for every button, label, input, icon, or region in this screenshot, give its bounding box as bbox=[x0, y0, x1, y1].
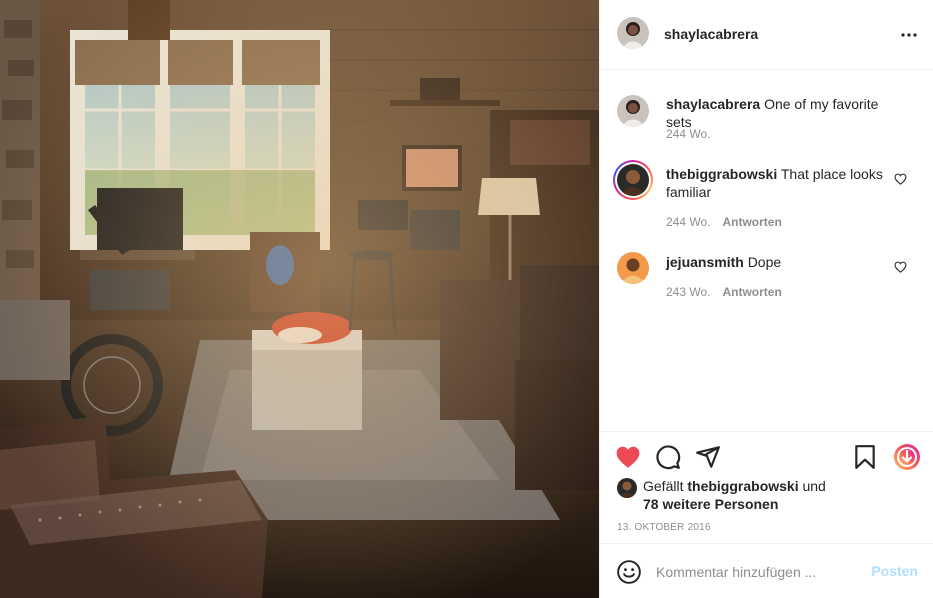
liker-avatar[interactable] bbox=[617, 478, 637, 498]
comment-time[interactable]: 243 Wo. bbox=[666, 285, 710, 299]
post-image[interactable] bbox=[0, 0, 599, 598]
avatar-icon bbox=[617, 95, 649, 127]
comments-section: shaylacabrera One of my favorite sets 24… bbox=[600, 71, 933, 431]
likes-prefix: Gefällt bbox=[643, 478, 684, 494]
comment-body: Dope bbox=[747, 254, 782, 270]
living-room-photo bbox=[0, 0, 599, 598]
add-comment-bar: Posten bbox=[600, 543, 933, 598]
comment-meta: 243 Wo. Antworten bbox=[666, 285, 782, 299]
comment-username[interactable]: jejuansmith bbox=[666, 254, 744, 270]
comment-text: thebiggrabowski That place looks familia… bbox=[666, 165, 896, 201]
comment-avatar[interactable] bbox=[617, 252, 649, 284]
comment-meta: 244 Wo. Antworten bbox=[666, 215, 782, 229]
comment-time[interactable]: 244 Wo. bbox=[666, 215, 710, 229]
comment-username[interactable]: thebiggrabowski bbox=[666, 166, 777, 182]
caption-avatar[interactable] bbox=[617, 95, 649, 127]
post-panel: shaylacabrera shaylacabrera One of my fa… bbox=[599, 0, 933, 598]
action-bar: Gefällt thebiggrabowski und 78 weitere P… bbox=[600, 431, 933, 543]
author-username[interactable]: shaylacabrera bbox=[664, 26, 758, 42]
bookmark-icon[interactable] bbox=[852, 444, 878, 470]
avatar-icon bbox=[617, 252, 649, 284]
emoji-smile-icon[interactable] bbox=[616, 559, 642, 585]
caption-time[interactable]: 244 Wo. bbox=[666, 127, 710, 141]
comment-text: jejuansmith Dope bbox=[666, 253, 896, 271]
post-comment-button[interactable]: Posten bbox=[871, 563, 918, 579]
likes-others[interactable]: 78 weitere Personen bbox=[643, 496, 778, 512]
share-send-icon[interactable] bbox=[695, 444, 721, 470]
avatar-icon bbox=[617, 478, 637, 498]
caption-text: shaylacabrera One of my favorite sets bbox=[666, 95, 896, 131]
caption-meta: 244 Wo. bbox=[666, 127, 710, 141]
comment-input[interactable] bbox=[656, 561, 866, 583]
story-ring[interactable] bbox=[613, 160, 653, 200]
like-comment-heart-icon[interactable] bbox=[894, 173, 907, 185]
comment-bubble-icon[interactable] bbox=[655, 444, 681, 470]
comment-avatar bbox=[617, 164, 649, 196]
likes-text: Gefällt thebiggrabowski und 78 weitere P… bbox=[643, 477, 826, 513]
post-header: shaylacabrera bbox=[600, 0, 933, 70]
reply-button[interactable]: Antworten bbox=[722, 285, 781, 299]
like-heart-icon[interactable] bbox=[615, 444, 641, 470]
likes-user[interactable]: thebiggrabowski bbox=[687, 478, 798, 494]
like-comment-heart-icon[interactable] bbox=[894, 261, 907, 273]
reply-button[interactable]: Antworten bbox=[722, 215, 781, 229]
post-date[interactable]: 13. OKTOBER 2016 bbox=[617, 522, 711, 533]
author-avatar[interactable] bbox=[617, 17, 649, 49]
likes-joiner: und bbox=[802, 478, 826, 494]
caption-username[interactable]: shaylacabrera bbox=[666, 96, 760, 112]
download-icon[interactable] bbox=[893, 443, 921, 471]
likes-summary: Gefällt thebiggrabowski und 78 weitere P… bbox=[617, 477, 826, 513]
avatar-icon bbox=[617, 17, 649, 49]
avatar-icon bbox=[617, 164, 649, 196]
more-options-icon[interactable] bbox=[900, 27, 918, 43]
